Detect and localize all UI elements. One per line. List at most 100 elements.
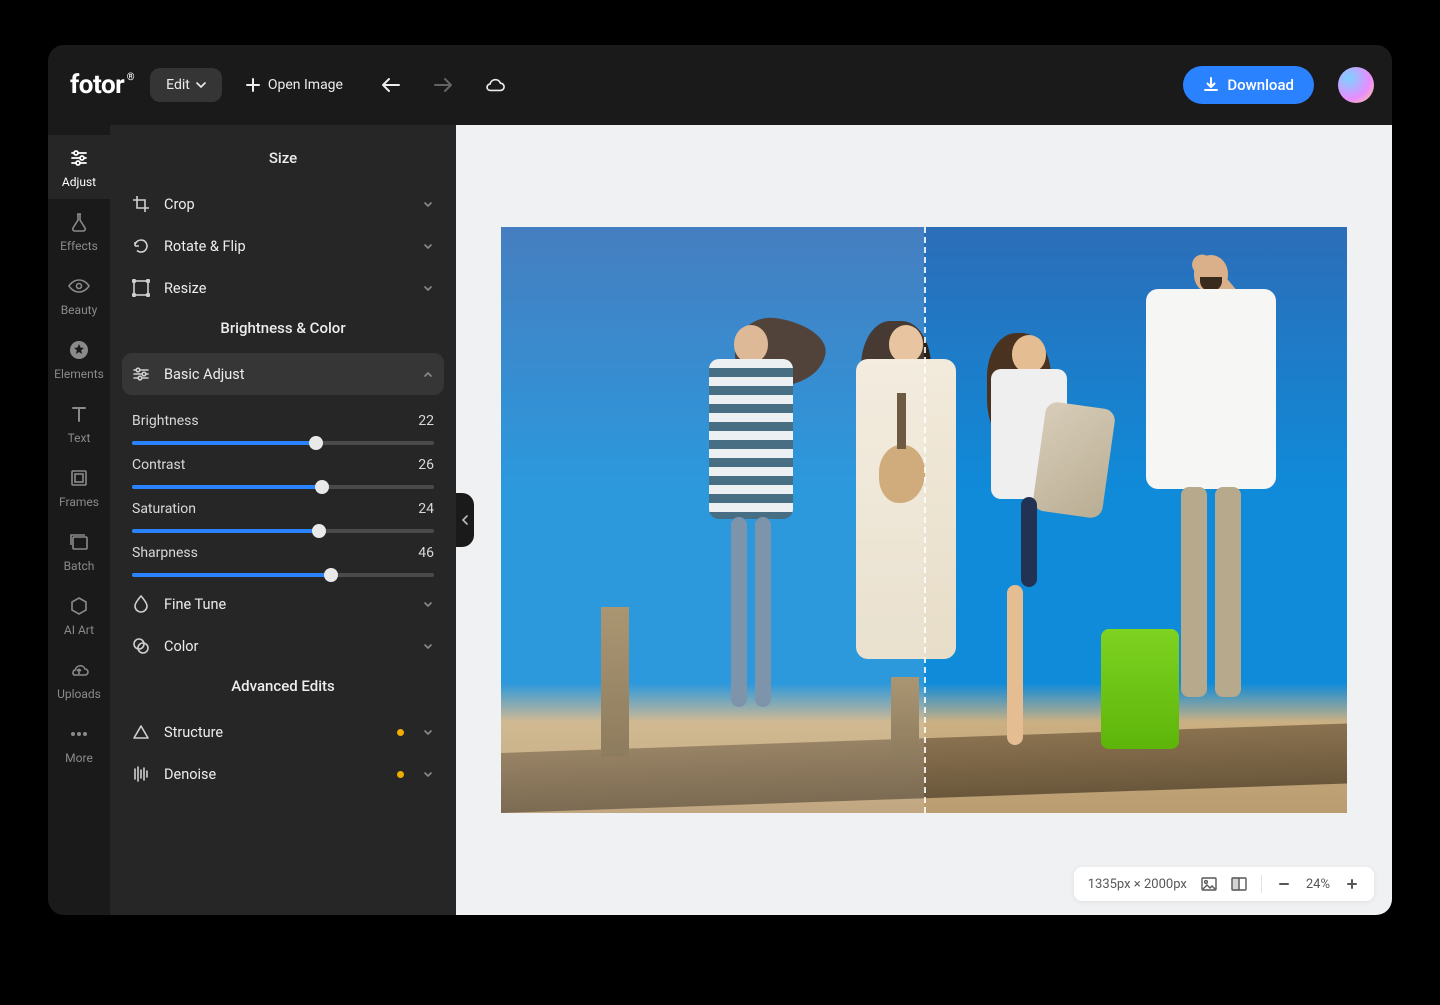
slider-thumb[interactable] (312, 524, 326, 538)
main-area: Adjust Effects Beauty Elements Text Fram… (48, 125, 1392, 915)
status-bar: 1335px × 2000px 24% (1074, 867, 1374, 901)
adjust-icon (132, 365, 150, 383)
slider-value: 26 (418, 457, 434, 473)
chevron-down-icon (422, 640, 434, 652)
section-bc-title: Brightness & Color (122, 309, 444, 353)
row-label: Denoise (164, 766, 383, 783)
flask-icon (68, 211, 90, 233)
open-image-label: Open Image (268, 77, 343, 93)
slider-brightness: Brightness22 (124, 401, 442, 445)
toolrail-label: More (65, 751, 93, 765)
row-label: Basic Adjust (164, 366, 408, 383)
toolrail-label: Effects (60, 239, 98, 253)
compare-icon[interactable] (1231, 876, 1247, 892)
slider-track[interactable] (132, 485, 434, 489)
premium-dot-icon (397, 771, 404, 778)
cloud-upload-icon (68, 659, 90, 681)
row-rotate-flip[interactable]: Rotate & Flip (122, 225, 444, 267)
open-image-button[interactable]: Open Image (246, 77, 343, 93)
history-nav (381, 75, 505, 95)
toolrail-more[interactable]: More (48, 711, 110, 775)
resize-icon (132, 279, 150, 297)
zoom-in-button[interactable] (1344, 876, 1360, 892)
image-dimensions: 1335px × 2000px (1088, 877, 1187, 892)
cloud-button[interactable] (485, 75, 505, 95)
row-fine-tune[interactable]: Fine Tune (122, 583, 444, 625)
toolrail-beauty[interactable]: Beauty (48, 263, 110, 327)
toolrail-label: AI Art (64, 623, 94, 637)
user-avatar[interactable] (1338, 67, 1374, 103)
chevron-down-icon (422, 726, 434, 738)
toolrail-label: Beauty (61, 303, 98, 317)
panel-collapse-handle[interactable] (456, 493, 474, 547)
slider-value: 46 (418, 545, 434, 561)
image-info-icon[interactable] (1201, 876, 1217, 892)
row-resize[interactable]: Resize (122, 267, 444, 309)
slider-saturation: Saturation24 (124, 489, 442, 533)
chevron-down-icon (196, 80, 206, 90)
edit-label: Edit (166, 77, 190, 93)
toolrail-text[interactable]: Text (48, 391, 110, 455)
brand-logo: fotor® (66, 70, 134, 100)
chevron-down-icon (422, 240, 434, 252)
toolrail-label: Adjust (62, 175, 96, 189)
premium-dot-icon (397, 729, 404, 736)
hexagon-icon (68, 595, 90, 617)
toolrail-batch[interactable]: Batch (48, 519, 110, 583)
toolrail-uploads[interactable]: Uploads (48, 647, 110, 711)
row-color[interactable]: Color (122, 625, 444, 667)
slider-contrast: Contrast 26 (124, 445, 442, 489)
slider-thumb[interactable] (324, 568, 338, 582)
brand-text: fotor (70, 70, 124, 100)
redo-button (433, 75, 453, 95)
toolrail-frames[interactable]: Frames (48, 455, 110, 519)
image-canvas[interactable] (501, 227, 1347, 813)
topbar: fotor® Edit Open Image Download (48, 45, 1392, 125)
slider-label: Saturation (132, 501, 196, 517)
toolrail-label: Uploads (57, 687, 101, 701)
row-label: Color (164, 638, 408, 655)
slider-value: 22 (418, 413, 434, 429)
row-structure[interactable]: Structure (122, 711, 444, 753)
adjust-panel: Size Crop Rotate & Flip Resize Brightnes… (110, 125, 456, 915)
droplet-icon (132, 595, 150, 613)
toolrail-label: Frames (59, 495, 99, 509)
toolrail-effects[interactable]: Effects (48, 199, 110, 263)
plus-icon (246, 78, 260, 92)
star-circle-icon (68, 339, 90, 361)
row-basic-adjust[interactable]: Basic Adjust (122, 353, 444, 395)
slider-thumb[interactable] (309, 436, 323, 450)
palette-icon (132, 637, 150, 655)
toolrail-adjust[interactable]: Adjust (48, 135, 110, 199)
slider-track[interactable] (132, 529, 434, 533)
row-crop[interactable]: Crop (122, 183, 444, 225)
canvas-area[interactable]: 1335px × 2000px 24% (456, 125, 1392, 915)
dots-icon (68, 723, 90, 745)
row-denoise[interactable]: Denoise (122, 753, 444, 795)
toolrail: Adjust Effects Beauty Elements Text Fram… (48, 125, 110, 915)
edit-dropdown[interactable]: Edit (150, 68, 222, 102)
slider-thumb[interactable] (315, 480, 329, 494)
toolrail-elements[interactable]: Elements (48, 327, 110, 391)
slider-track[interactable] (132, 573, 434, 577)
crop-icon (132, 195, 150, 213)
chevron-down-icon (422, 198, 434, 210)
triangle-icon (132, 723, 150, 741)
slider-track[interactable] (132, 441, 434, 445)
toolrail-aiart[interactable]: AI Art (48, 583, 110, 647)
toolrail-label: Elements (54, 367, 104, 381)
row-label: Resize (164, 280, 408, 297)
section-adv-title: Advanced Edits (122, 667, 444, 711)
text-icon (68, 403, 90, 425)
chevron-down-icon (422, 598, 434, 610)
chevron-down-icon (422, 768, 434, 780)
images-icon (68, 531, 90, 553)
section-size-title: Size (122, 139, 444, 183)
undo-button[interactable] (381, 75, 401, 95)
zoom-out-button[interactable] (1276, 876, 1292, 892)
slider-label: Contrast (132, 457, 185, 473)
row-label: Rotate & Flip (164, 238, 408, 255)
eye-icon (68, 275, 90, 297)
compare-split-handle[interactable] (924, 227, 926, 813)
download-button[interactable]: Download (1183, 66, 1314, 104)
